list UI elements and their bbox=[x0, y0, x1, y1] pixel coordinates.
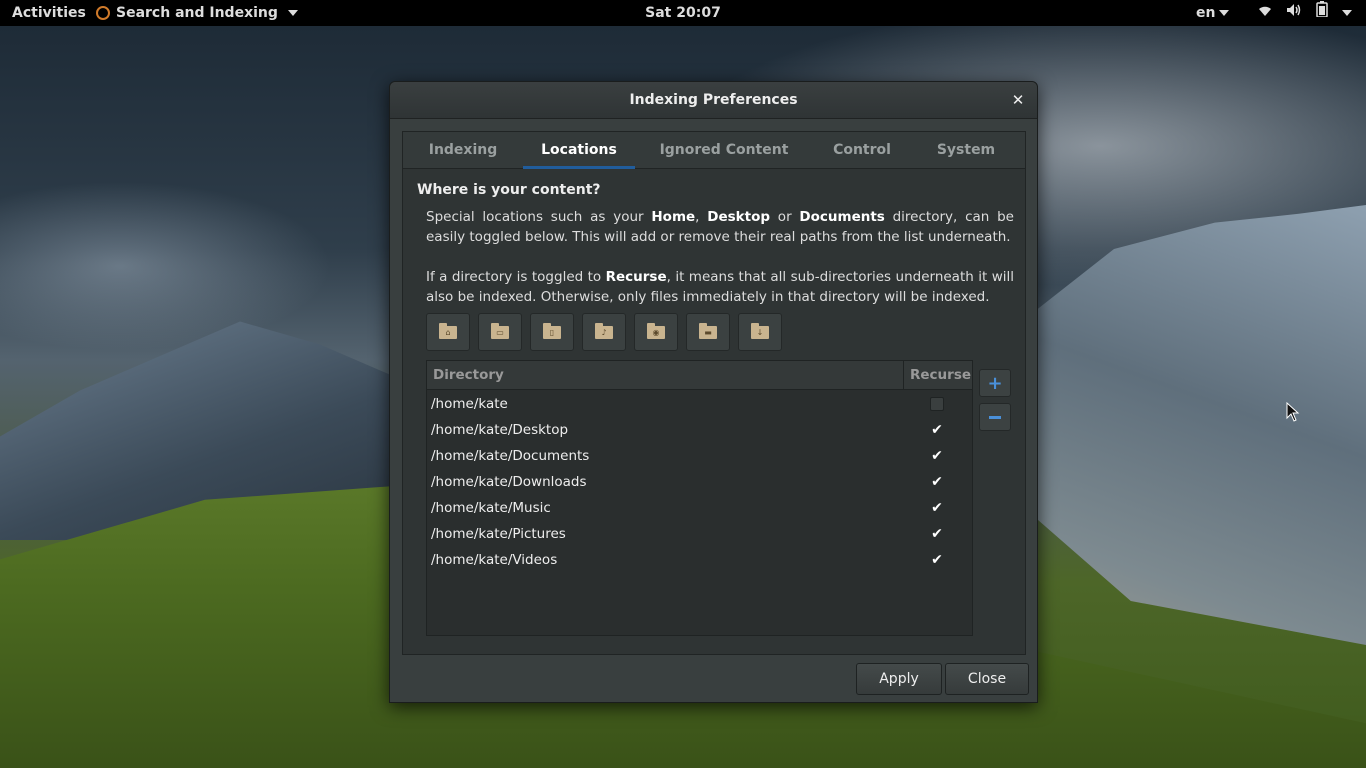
close-button[interactable]: Close bbox=[945, 663, 1029, 695]
desktop-folder-icon: ▭ bbox=[491, 322, 509, 339]
directory-path: /home/kate/Music bbox=[431, 500, 551, 516]
home-folder-icon: ⌂ bbox=[439, 322, 457, 339]
recurse-checkbox[interactable]: ✔ bbox=[930, 423, 944, 437]
special-locations-toolbar: ⌂ ▭ ▯ ♪ ◉ ▬ ↓ bbox=[426, 313, 782, 351]
videos-folder-icon: ▬ bbox=[699, 322, 717, 339]
table-row[interactable]: /home/kate/Music ✔ bbox=[427, 495, 972, 521]
directory-path: /home/kate/Downloads bbox=[431, 474, 587, 490]
table-row[interactable]: /home/kate/Documents ✔ bbox=[427, 443, 972, 469]
dialog-titlebar[interactable]: Indexing Preferences ✕ bbox=[390, 82, 1037, 119]
tab-system[interactable]: System bbox=[923, 132, 1009, 168]
tab-control[interactable]: Control bbox=[817, 132, 907, 168]
toggle-music-button[interactable]: ♪ bbox=[582, 313, 626, 351]
tab-bar: Indexing Locations Ignored Content Contr… bbox=[403, 132, 1025, 169]
tab-locations[interactable]: Locations bbox=[523, 132, 635, 169]
clock[interactable]: Sat 20:07 bbox=[0, 0, 1366, 26]
directory-path: /home/kate/Documents bbox=[431, 448, 590, 464]
locations-description: Special locations such as your Home, Des… bbox=[426, 209, 1014, 245]
recurse-checkbox[interactable] bbox=[930, 397, 944, 411]
table-row[interactable]: /home/kate/Desktop ✔ bbox=[427, 417, 972, 443]
dialog-title: Indexing Preferences bbox=[629, 92, 798, 108]
apply-button[interactable]: Apply bbox=[856, 663, 942, 695]
directory-path: /home/kate bbox=[431, 396, 508, 412]
volume-icon bbox=[1286, 0, 1302, 26]
top-bar: Activities Search and Indexing Sat 20:07… bbox=[0, 0, 1366, 26]
battery-icon bbox=[1316, 0, 1328, 26]
toggle-desktop-button[interactable]: ▭ bbox=[478, 313, 522, 351]
directory-list: Directory Recurse /home/kate /home/kate/… bbox=[426, 360, 973, 636]
table-header: Directory Recurse bbox=[427, 361, 972, 390]
recurse-checkbox[interactable]: ✔ bbox=[930, 475, 944, 489]
close-icon[interactable]: ✕ bbox=[1009, 91, 1027, 109]
recurse-checkbox[interactable]: ✔ bbox=[930, 501, 944, 515]
table-row[interactable]: /home/kate/Videos ✔ bbox=[427, 547, 972, 573]
table-row[interactable]: /home/kate bbox=[427, 391, 972, 417]
system-status-area[interactable] bbox=[1258, 0, 1352, 26]
mouse-pointer-icon bbox=[1286, 402, 1300, 422]
directory-path: /home/kate/Desktop bbox=[431, 422, 569, 438]
power-menu-icon bbox=[1342, 0, 1352, 26]
tab-indexing[interactable]: Indexing bbox=[417, 132, 509, 168]
language-selector[interactable]: en bbox=[1196, 0, 1230, 26]
toggle-pictures-button[interactable]: ◉ bbox=[634, 313, 678, 351]
preferences-notebook: Indexing Locations Ignored Content Contr… bbox=[402, 131, 1026, 655]
documents-folder-icon: ▯ bbox=[543, 322, 561, 339]
pictures-folder-icon: ◉ bbox=[647, 322, 665, 339]
add-icon: + bbox=[987, 372, 1003, 394]
directory-path: /home/kate/Videos bbox=[431, 552, 558, 568]
remove-icon bbox=[989, 415, 1001, 419]
toggle-downloads-button[interactable]: ↓ bbox=[738, 313, 782, 351]
recurse-checkbox[interactable]: ✔ bbox=[930, 527, 944, 541]
indexing-preferences-dialog: Indexing Preferences ✕ Indexing Location… bbox=[389, 81, 1038, 703]
remove-directory-button[interactable] bbox=[979, 403, 1011, 431]
wifi-icon bbox=[1258, 0, 1272, 26]
toggle-videos-button[interactable]: ▬ bbox=[686, 313, 730, 351]
add-directory-button[interactable]: + bbox=[979, 369, 1011, 397]
downloads-folder-icon: ↓ bbox=[751, 322, 769, 339]
table-row[interactable]: /home/kate/Pictures ✔ bbox=[427, 521, 972, 547]
recurse-checkbox[interactable]: ✔ bbox=[930, 449, 944, 463]
directory-path: /home/kate/Pictures bbox=[431, 526, 566, 542]
directory-column-header[interactable]: Directory bbox=[433, 361, 504, 389]
music-folder-icon: ♪ bbox=[595, 322, 613, 339]
section-heading: Where is your content? bbox=[417, 182, 601, 198]
recurse-description: If a directory is toggled to Recurse, it… bbox=[426, 269, 1014, 305]
toggle-home-button[interactable]: ⌂ bbox=[426, 313, 470, 351]
tab-ignored-content[interactable]: Ignored Content bbox=[655, 132, 793, 168]
chevron-down-icon bbox=[1219, 10, 1230, 16]
recurse-column-header[interactable]: Recurse bbox=[903, 361, 972, 389]
table-row[interactable]: /home/kate/Downloads ✔ bbox=[427, 469, 972, 495]
recurse-checkbox[interactable]: ✔ bbox=[930, 553, 944, 567]
language-label: en bbox=[1196, 5, 1216, 21]
toggle-documents-button[interactable]: ▯ bbox=[530, 313, 574, 351]
